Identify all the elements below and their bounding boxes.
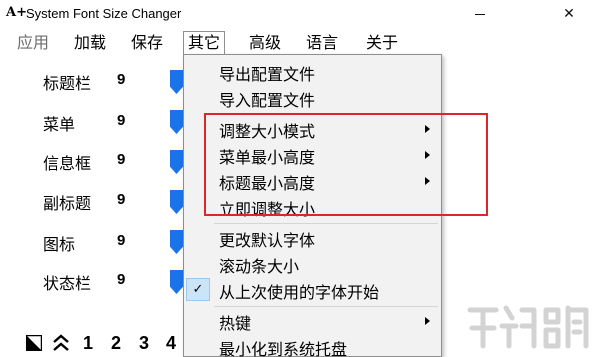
row-label-messagebox: 信息框 — [43, 154, 92, 173]
preset-3-button[interactable]: 3 — [139, 333, 149, 354]
resize-corner-icon[interactable] — [25, 334, 43, 355]
menuitem-import-config[interactable]: 导入配置文件 — [184, 85, 441, 111]
menu-language[interactable]: 语言 — [302, 31, 342, 55]
highlight-box — [204, 113, 488, 216]
menuitem-scrollbar-size[interactable]: 滚动条大小 — [184, 251, 441, 277]
window-title: System Font Size Changer — [26, 6, 182, 21]
menuitem-start-last-font[interactable]: ✓ 从上次使用的字体开始 — [184, 277, 441, 303]
row-label-statusbar: 状态栏 — [43, 274, 92, 293]
close-button[interactable]: ✕ — [546, 0, 592, 28]
row-value-icon: 9 — [117, 232, 126, 249]
close-icon: ✕ — [563, 6, 575, 22]
row-label-icon: 图标 — [43, 235, 76, 254]
menu-save[interactable]: 保存 — [127, 31, 167, 55]
checkmark-icon: ✓ — [186, 278, 210, 301]
preset-1-button[interactable]: 1 — [83, 333, 93, 354]
menu-separator — [214, 223, 438, 224]
app-icon: A+ — [6, 5, 27, 20]
row-value-messagebox: 9 — [117, 151, 126, 168]
slider-thumb-statusbar[interactable] — [170, 270, 183, 294]
double-chevron-up-icon[interactable] — [53, 334, 69, 356]
menu-load[interactable]: 加载 — [70, 31, 110, 55]
slider-thumb-titlebar[interactable] — [170, 70, 183, 94]
menu-advanced[interactable]: 高级 — [245, 31, 285, 55]
menuitem-label: 滚动条大小 — [219, 257, 300, 276]
menuitem-export-config[interactable]: 导出配置文件 — [184, 59, 441, 85]
menuitem-label: 从上次使用的字体开始 — [219, 283, 380, 302]
menuitem-label: 更改默认字体 — [219, 231, 316, 250]
title-bar[interactable]: A+ System Font Size Changer ✕ — [0, 0, 594, 28]
preset-4-button[interactable]: 4 — [166, 333, 176, 354]
row-value-statusbar: 9 — [117, 271, 126, 288]
menuitem-label: 导入配置文件 — [219, 91, 316, 110]
menuitem-label: 热键 — [219, 314, 252, 333]
slider-thumb-icon[interactable] — [170, 230, 183, 254]
row-value-titlebar: 9 — [117, 71, 126, 88]
menu-separator — [214, 306, 438, 307]
menu-about[interactable]: 关于 — [362, 31, 402, 55]
menu-apply: 应用 — [17, 33, 50, 52]
watermark-logo — [462, 296, 594, 357]
menuitem-hotkeys[interactable]: 热键 — [184, 308, 441, 334]
submenu-arrow-icon — [425, 317, 430, 325]
menuitem-change-default-font[interactable]: 更改默认字体 — [184, 225, 441, 251]
menuitem-label: 导出配置文件 — [219, 65, 316, 84]
slider-thumb-messagebox[interactable] — [170, 150, 183, 174]
checkmark-glyph: ✓ — [192, 282, 204, 297]
slider-thumb-subtitle[interactable] — [170, 190, 183, 214]
minimize-button[interactable] — [457, 0, 503, 28]
minimize-icon — [475, 13, 485, 15]
preset-2-button[interactable]: 2 — [111, 333, 121, 354]
menu-bar: 应用 加载 保存 其它 高级 语言 关于 — [0, 29, 594, 57]
row-value-menu: 9 — [117, 112, 126, 129]
slider-thumb-menu[interactable] — [170, 110, 183, 134]
row-label-titlebar: 标题栏 — [43, 74, 92, 93]
menuitem-minimize-to-tray[interactable]: 最小化到系统托盘 — [184, 334, 441, 357]
row-label-subtitle: 副标题 — [43, 194, 92, 213]
menuitem-label: 最小化到系统托盘 — [219, 340, 348, 357]
row-label-menu: 菜单 — [43, 115, 76, 134]
row-value-subtitle: 9 — [117, 191, 126, 208]
